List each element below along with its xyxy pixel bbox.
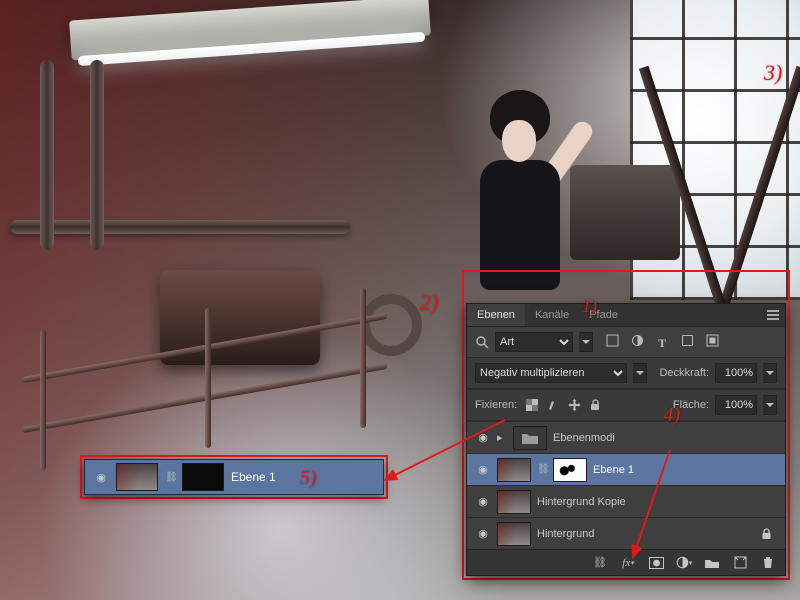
blend-mode-select[interactable]: Negativ multiplizieren xyxy=(475,363,627,383)
panel-tabs: Ebenen Kanäle Pfade xyxy=(467,304,785,327)
filter-kind-drop-icon[interactable] xyxy=(579,332,593,352)
lock-paint-icon[interactable] xyxy=(544,396,562,412)
adjustment-layer-icon[interactable]: ▾ xyxy=(675,554,693,572)
zoom-layer-row: ◉ ⛓ Ebene 1 xyxy=(84,459,384,495)
layer-row-selected[interactable]: ◉ ⛓ Ebene 1 xyxy=(467,453,785,485)
layer-group-row[interactable]: ◉ ▸ Ebenenmodi xyxy=(467,421,785,453)
mask-link-icon[interactable]: ⛓ xyxy=(165,472,175,483)
new-layer-icon[interactable] xyxy=(731,554,749,572)
layer-name[interactable]: Ebene 1 xyxy=(593,464,777,476)
visibility-toggle-icon[interactable]: ◉ xyxy=(475,431,491,444)
layer-name[interactable]: Hintergrund Kopie xyxy=(537,496,777,508)
photo-post xyxy=(360,288,366,428)
lock-icon xyxy=(761,528,777,540)
lock-transparency-icon[interactable] xyxy=(523,397,541,413)
lock-all-icon[interactable] xyxy=(586,397,604,413)
photo-pipe xyxy=(10,220,350,234)
layer-thumbnail[interactable] xyxy=(497,522,531,546)
layer-mask-thumbnail[interactable] xyxy=(182,463,224,491)
delete-layer-icon[interactable] xyxy=(759,554,777,572)
layer-name[interactable]: Ebenenmodi xyxy=(553,432,777,444)
visibility-toggle-icon[interactable]: ◉ xyxy=(475,527,491,540)
fill-input[interactable] xyxy=(715,395,757,415)
layer-list: ◉ ▸ Ebenenmodi ◉ ⛓ Ebene 1 ◉ Hintergrund… xyxy=(467,421,785,549)
photo-valve xyxy=(360,294,422,356)
annotation-1: 1) xyxy=(582,296,597,317)
lock-move-icon[interactable] xyxy=(565,396,583,412)
annotation-2: 2) xyxy=(420,290,438,316)
lock-row: Fixieren: Fläche: xyxy=(467,389,785,421)
layer-row[interactable]: ◉ Hintergrund xyxy=(467,517,785,549)
photo-pipe xyxy=(40,60,54,250)
photo-post xyxy=(40,330,46,470)
visibility-toggle-icon[interactable]: ◉ xyxy=(93,471,109,484)
chevron-right-icon[interactable]: ▸ xyxy=(497,431,507,444)
layer-name[interactable]: Hintergrund xyxy=(537,528,755,540)
photo-post xyxy=(205,308,211,448)
layer-row[interactable]: ◉ Hintergrund Kopie xyxy=(467,485,785,517)
filter-smart-icon[interactable] xyxy=(703,333,721,349)
mask-link-icon[interactable]: ⛓ xyxy=(537,464,547,475)
blend-row: Negativ multiplizieren Deckkraft: xyxy=(467,357,785,389)
layers-panel: Ebenen Kanäle Pfade Art T Negativ multip… xyxy=(466,303,786,576)
tab-channels[interactable]: Kanäle xyxy=(525,304,579,326)
filter-iconbar: T xyxy=(603,333,725,352)
add-mask-icon[interactable] xyxy=(647,554,665,572)
filter-kind-select[interactable]: Art xyxy=(495,332,573,352)
panel-menu-icon[interactable] xyxy=(761,307,785,323)
fx-icon[interactable]: fx▾ xyxy=(619,554,637,572)
layer-thumbnail[interactable] xyxy=(116,463,158,491)
new-group-icon[interactable] xyxy=(703,554,721,572)
search-icon xyxy=(475,335,489,349)
filter-type-icon[interactable]: T xyxy=(653,336,671,352)
filter-pixel-icon[interactable] xyxy=(603,333,621,349)
panel-footer: ⛓ fx▾ ▾ xyxy=(467,549,785,575)
opacity-label: Deckkraft: xyxy=(659,367,709,379)
blend-drop-icon[interactable] xyxy=(633,363,647,383)
tab-layers[interactable]: Ebenen xyxy=(467,304,525,326)
annotation-5: 5) xyxy=(300,467,317,490)
lock-iconbar xyxy=(523,396,604,414)
folder-icon xyxy=(513,426,547,450)
opacity-drop-icon[interactable] xyxy=(763,363,777,383)
annotation-4: 4) xyxy=(663,404,680,427)
filter-adjust-icon[interactable] xyxy=(628,333,646,349)
opacity-input[interactable] xyxy=(715,363,757,383)
visibility-toggle-icon[interactable]: ◉ xyxy=(475,495,491,508)
lock-label: Fixieren: xyxy=(475,399,517,411)
filter-shape-icon[interactable] xyxy=(678,333,696,349)
link-layers-icon[interactable]: ⛓ xyxy=(591,554,609,572)
layer-thumbnail[interactable] xyxy=(497,458,531,482)
layer-mask-thumbnail[interactable] xyxy=(553,458,587,482)
fill-drop-icon[interactable] xyxy=(763,395,777,415)
annotation-3: 3) xyxy=(764,60,782,86)
visibility-toggle-icon[interactable]: ◉ xyxy=(475,463,491,476)
filter-row: Art T xyxy=(467,327,785,357)
photo-pipe xyxy=(90,60,104,250)
layer-thumbnail[interactable] xyxy=(497,490,531,514)
